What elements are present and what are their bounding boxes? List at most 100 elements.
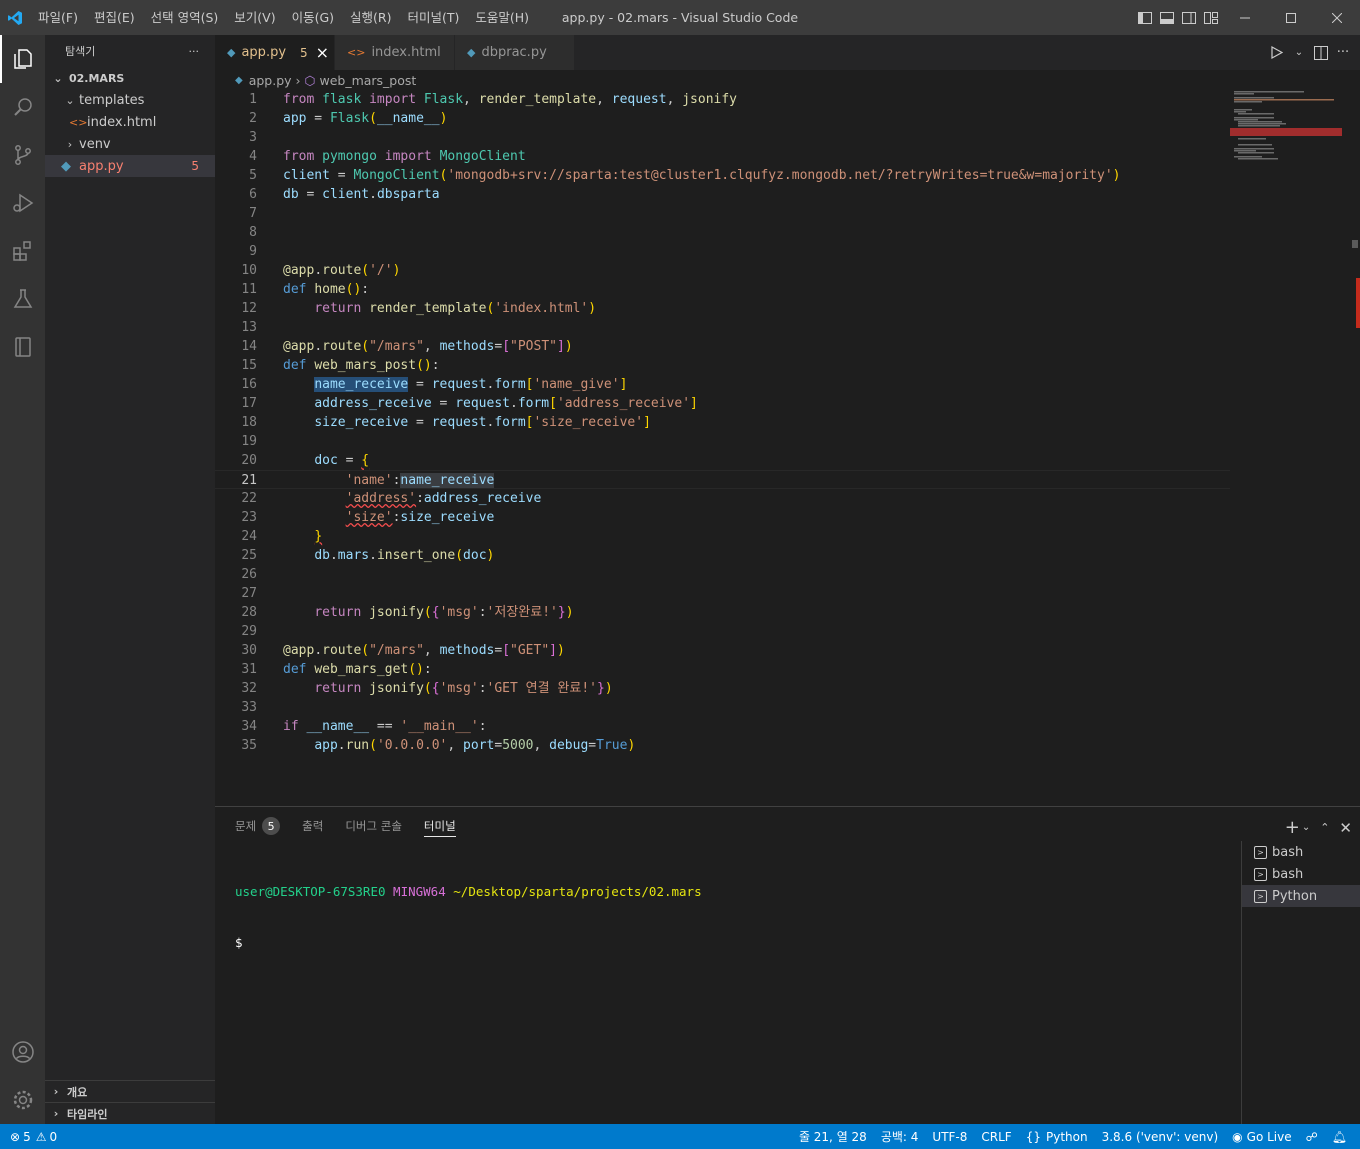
code-text: return jsonify({'msg':'저장완료!'}) — [314, 605, 574, 620]
tab-problems[interactable]: 문제 5 — [235, 807, 281, 845]
line-number: 17 — [241, 396, 257, 411]
problems-status[interactable]: ⊗ 5 ⚠ 0 — [0, 1124, 64, 1149]
source-control-icon[interactable] — [0, 131, 45, 179]
close-panel-icon[interactable]: ✕ — [1339, 819, 1352, 837]
indentation[interactable]: 공백: 4 — [874, 1124, 926, 1149]
close-window-icon[interactable] — [1314, 0, 1360, 35]
line-number: 4 — [249, 149, 257, 164]
split-editor-icon[interactable] — [1310, 45, 1332, 60]
chevron-down-icon[interactable]: ⌄ — [1288, 47, 1310, 58]
line-number: 31 — [241, 662, 257, 677]
explorer-icon[interactable] — [0, 35, 45, 83]
more-actions-icon[interactable]: ··· — [189, 45, 200, 58]
timeline-section[interactable]: › 타임라인 — [45, 1102, 215, 1124]
toggle-sidebar-icon[interactable] — [1134, 0, 1156, 35]
encoding[interactable]: UTF-8 — [925, 1124, 974, 1149]
tab-debug-console[interactable]: 디버그 콘솔 — [345, 807, 402, 845]
minimize-icon[interactable] — [1222, 0, 1268, 35]
notifications-bell-icon[interactable]: 🔔︎ — [1325, 1124, 1354, 1149]
new-terminal-icon[interactable]: + — [1285, 817, 1300, 838]
terminal-item-bash[interactable]: > bash — [1242, 863, 1360, 885]
language-mode[interactable]: {} Python — [1019, 1124, 1095, 1149]
python-file-icon: ◆ — [227, 46, 236, 59]
settings-gear-icon[interactable] — [0, 1076, 45, 1124]
toggle-secondary-sidebar-icon[interactable] — [1178, 0, 1200, 35]
tab-problem-count: 5 — [300, 45, 308, 60]
tree-item-app-py[interactable]: ◆ app.py 5 — [45, 155, 215, 177]
menu-view[interactable]: 보기(V) — [226, 0, 283, 35]
close-tab-icon[interactable]: × — [316, 43, 329, 62]
run-python-file-icon[interactable] — [1266, 46, 1288, 59]
error-count: 5 — [23, 1129, 31, 1144]
breadcrumb-file[interactable]: app.py — [249, 73, 292, 88]
feedback-icon[interactable]: ☍ — [1299, 1124, 1325, 1149]
code-line: 14 @app.route("/mars", methods=["POST"]) — [215, 337, 1230, 356]
code-line: 22 'address':address_receive — [215, 489, 1230, 508]
remote-explorer-icon[interactable] — [0, 323, 45, 371]
folder-root[interactable]: ⌄ 02.MARS — [45, 67, 215, 89]
tab-dbprac-py[interactable]: ◆ dbprac.py — [455, 35, 575, 70]
customize-layout-icon[interactable] — [1200, 0, 1222, 35]
status-bar: ⊗ 5 ⚠ 0 줄 21, 열 28 공백: 4 UTF-8 CRLF {} Pyth… — [0, 1124, 1360, 1149]
code-line: 32 return jsonify({'msg':'GET 연결 완료!'}) — [215, 679, 1230, 698]
terminal-icon: > — [1254, 867, 1267, 881]
code-line: 15 def web_mars_post(): — [215, 356, 1230, 375]
code-line: 2 app = Flask(__name__) — [215, 109, 1230, 128]
cursor-position[interactable]: 줄 21, 열 28 — [792, 1124, 874, 1149]
menu-go[interactable]: 이동(G) — [284, 0, 342, 35]
terminal-item-python[interactable]: > Python — [1242, 885, 1360, 907]
extensions-icon[interactable] — [0, 227, 45, 275]
explorer-sidebar: 탐색기 ··· ⌄ 02.MARS ⌄ templates <> index.html… — [45, 35, 215, 1124]
outline-section[interactable]: › 개요 — [45, 1080, 215, 1102]
tab-index-html[interactable]: <> index.html — [335, 35, 455, 70]
line-number: 24 — [241, 529, 257, 544]
chevron-right-icon: › — [67, 137, 73, 151]
code-line: 25 db.mars.insert_one(doc) — [215, 546, 1230, 565]
more-actions-icon[interactable]: ··· — [1332, 45, 1354, 60]
line-number: 16 — [241, 377, 257, 392]
tab-output[interactable]: 출력 — [302, 807, 323, 845]
status-right: 줄 21, 열 28 공백: 4 UTF-8 CRLF {} Python 3.8… — [792, 1124, 1354, 1149]
panel-actions: + ⌄ ⌃ ✕ — [1275, 817, 1352, 838]
python-file-icon: ◆ — [235, 74, 243, 86]
tree-item-venv[interactable]: › venv — [45, 133, 215, 155]
tree-item-label: index.html — [87, 114, 157, 130]
breadcrumb-symbol[interactable]: web_mars_post — [319, 73, 416, 88]
maximize-icon[interactable] — [1268, 0, 1314, 35]
python-file-icon: ◆ — [467, 46, 476, 59]
go-live-button[interactable]: ◉ Go Live — [1225, 1124, 1298, 1149]
code-line: 9 — [215, 242, 1230, 261]
run-debug-icon[interactable] — [0, 179, 45, 227]
code-line: 11 def home(): — [215, 280, 1230, 299]
tab-app-py[interactable]: ◆ app.py 5 × — [215, 35, 335, 70]
minimap[interactable] — [1230, 90, 1350, 806]
menu-selection[interactable]: 선택 영역(S) — [143, 0, 227, 35]
editor-tabs: ◆ app.py 5 × <> index.html ◆ dbprac.py ⌄… — [215, 35, 1360, 70]
code-line: 8 — [215, 223, 1230, 242]
python-interpreter[interactable]: 3.8.6 ('venv': venv) — [1095, 1124, 1226, 1149]
tree-item-templates[interactable]: ⌄ templates — [45, 89, 215, 111]
menu-terminal[interactable]: 터미널(T) — [400, 0, 468, 35]
tree-item-label: templates — [79, 92, 145, 108]
maximize-panel-icon[interactable]: ⌃ — [1320, 821, 1329, 834]
python-file-icon: ◆ — [61, 158, 71, 174]
chevron-down-icon[interactable]: ⌄ — [1302, 822, 1310, 833]
terminal-item-bash[interactable]: > bash — [1242, 841, 1360, 863]
testing-icon[interactable] — [0, 275, 45, 323]
editor-scrollbar[interactable] — [1350, 90, 1360, 806]
bottom-panel: 문제 5 출력 디버그 콘솔 터미널 + ⌄ ⌃ ✕ user@DESKTOP-6… — [215, 806, 1360, 1125]
menu-file[interactable]: 파일(F) — [30, 0, 86, 35]
menu-run[interactable]: 실행(R) — [342, 0, 399, 35]
menu-help[interactable]: 도움말(H) — [467, 0, 537, 35]
code-line: 24 } — [215, 527, 1230, 546]
search-icon[interactable] — [0, 83, 45, 131]
code-line: 16 name_receive = request.form['name_giv… — [215, 375, 1230, 394]
code-editor[interactable]: 1 from flask import Flask, render_templat… — [215, 90, 1230, 806]
terminal-output[interactable]: user@DESKTOP-67S3RE0 MINGW64 ~/Desktop/s… — [235, 849, 702, 985]
tab-terminal[interactable]: 터미널 — [423, 807, 456, 845]
account-icon[interactable] — [0, 1028, 45, 1076]
tree-item-index-html[interactable]: <> index.html — [45, 111, 215, 133]
toggle-panel-icon[interactable] — [1156, 0, 1178, 35]
menu-edit[interactable]: 편집(E) — [86, 0, 143, 35]
end-of-line[interactable]: CRLF — [974, 1124, 1018, 1149]
